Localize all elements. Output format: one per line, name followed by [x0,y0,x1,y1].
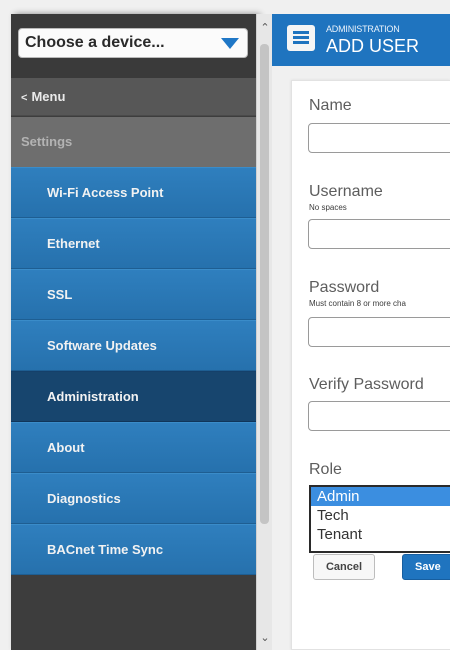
scroll-down-icon[interactable]: ⌄ [259,632,271,644]
hamburger-menu-icon[interactable] [287,25,315,51]
chevron-down-icon [221,38,239,49]
sidebar: Choose a device... < Menu Settings Wi-Fi … [11,14,256,650]
save-button[interactable]: Save [402,554,450,580]
scroll-thumb[interactable] [260,44,269,524]
hamburger-bar [293,41,309,44]
name-label: Name [309,97,352,114]
verify-password-field[interactable] [308,401,450,431]
sidebar-item-ethernet[interactable]: Ethernet [11,218,256,269]
sidebar-scrollbar[interactable]: ⌃ ⌄ [256,14,272,650]
username-label: Username [309,183,383,200]
role-label: Role [309,461,342,478]
sidebar-item-label: About [47,440,85,455]
username-hint: No spaces [309,203,347,212]
sidebar-item-ssl[interactable]: SSL [11,269,256,320]
name-field[interactable] [308,123,450,153]
sidebar-item-wifi-access-point[interactable]: Wi-Fi Access Point [11,167,256,218]
settings-section-header: Settings [11,117,256,167]
sidebar-item-label: Diagnostics [47,491,121,506]
password-hint: Must contain 8 or more cha [309,299,406,308]
username-field[interactable] [308,219,450,249]
sidebar-item-administration[interactable]: Administration [11,371,256,422]
role-option-tech[interactable]: Tech [311,506,450,525]
verify-password-label: Verify Password [309,376,424,393]
hamburger-bar [293,36,309,39]
role-option-tenant[interactable]: Tenant [311,525,450,544]
password-label: Password [309,279,380,296]
sidebar-item-label: SSL [47,287,73,302]
sidebar-item-label: Software Updates [47,338,157,353]
cancel-button[interactable]: Cancel [313,554,375,580]
settings-header-label: Settings [21,134,73,149]
sidebar-item-label: BACnet Time Sync [47,542,164,557]
menu-back-button[interactable]: < Menu [11,78,256,116]
sidebar-item-label: Wi-Fi Access Point [47,185,164,200]
add-user-form: Name Username No spaces Password Must co… [291,80,450,650]
hamburger-bar [293,31,309,34]
sidebar-item-label: Administration [47,389,139,404]
device-select-value: Choose a device... [25,34,165,51]
header-bar: ADMINISTRATION ADD USER [272,14,450,66]
sidebar-item-about[interactable]: About [11,422,256,473]
role-option-admin[interactable]: Admin [311,487,450,506]
device-selector-area: Choose a device... [11,14,256,78]
password-field[interactable] [308,317,450,347]
sidebar-item-diagnostics[interactable]: Diagnostics [11,473,256,524]
sidebar-item-label: Ethernet [47,236,100,251]
chevron-left-icon: < [21,92,28,104]
sidebar-item-software-updates[interactable]: Software Updates [11,320,256,371]
sidebar-item-bacnet-time-sync[interactable]: BACnet Time Sync [11,524,256,575]
page-title: ADD USER [326,36,420,56]
sidebar-footer [11,576,256,650]
device-select[interactable]: Choose a device... [18,28,248,58]
scroll-up-icon[interactable]: ⌃ [259,22,271,34]
menu-back-label: Menu [31,89,66,104]
role-select[interactable]: Admin Tech Tenant [309,485,450,553]
breadcrumb: ADMINISTRATION [326,24,400,34]
